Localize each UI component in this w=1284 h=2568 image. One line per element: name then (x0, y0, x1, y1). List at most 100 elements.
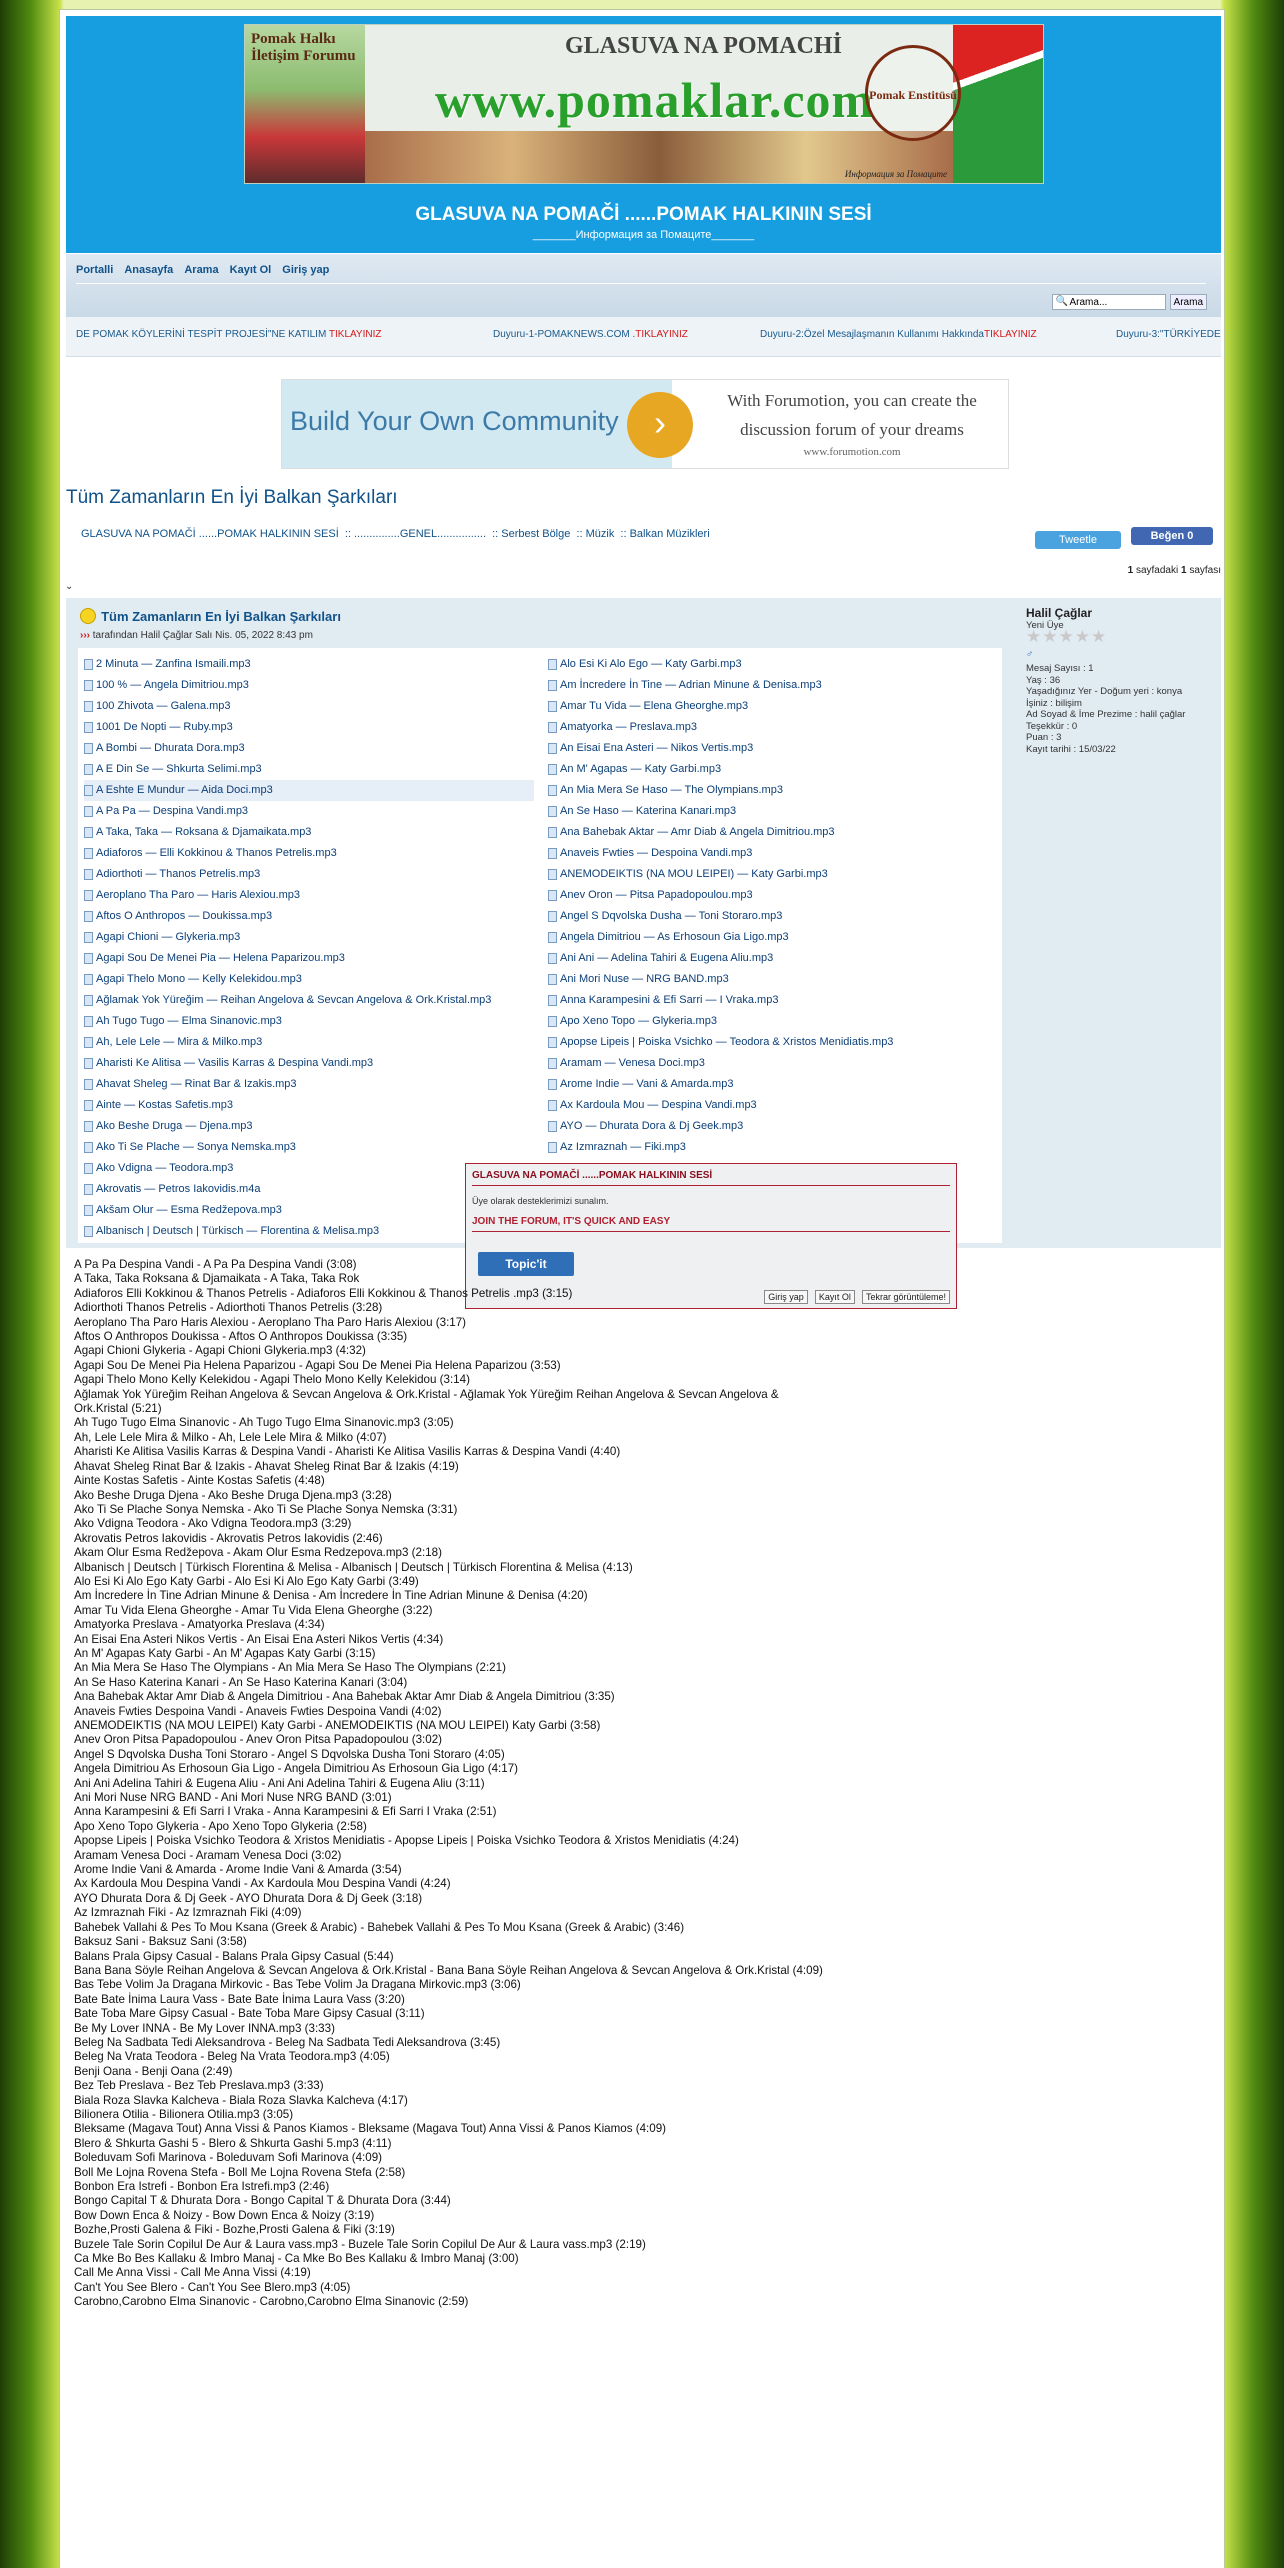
audio-file-icon (548, 1057, 557, 1069)
track-line: Ağlamak Yok Yüreğim Reihan Angelova & Se… (74, 1387, 779, 1401)
file-item[interactable]: Ax Kardoula Mou — Despina Vandi.mp3 (548, 1095, 998, 1116)
profile-username[interactable]: Halil Çağlar (1026, 607, 1216, 620)
file-item[interactable]: Amar Tu Vida — Elena Gheorghe.mp3 (548, 696, 998, 717)
track-line: Ainte Kostas Safetis - Ainte Kostas Safe… (74, 1474, 325, 1488)
breadcrumb-item[interactable]: GLASUVA NA POMAČİ ......POMAK HALKININ S… (81, 528, 339, 540)
track-line: Albanisch | Deutsch | Türkisch Florentin… (74, 1560, 633, 1574)
ticker-item[interactable]: DE POMAK KÖYLERİNİ TESPİT PROJESİ"NE KAT… (76, 329, 382, 340)
file-item[interactable]: Ani Mori Nuse — NRG BAND.mp3 (548, 969, 998, 990)
file-item[interactable]: A Bombi — Dhurata Dora.mp3 (84, 738, 534, 759)
file-item[interactable]: A E Din Se — Shkurta Selimi.mp3 (84, 759, 534, 780)
nav-search[interactable]: Arama (184, 264, 218, 276)
file-item[interactable]: Anev Oron — Pitsa Papadopoulou.mp3 (548, 885, 998, 906)
file-item[interactable]: An Se Haso — Katerina Kanari.mp3 (548, 801, 998, 822)
file-item[interactable]: Apo Xeno Topo — Glykeria.mp3 (548, 1011, 998, 1032)
forumotion-ad[interactable]: Build Your Own Community › With Forumoti… (281, 379, 1009, 469)
file-item[interactable]: Agapi Thelo Mono — Kelly Kelekidou.mp3 (84, 969, 534, 990)
track-line: An Eisai Ena Asteri Nikos Vertis - An Ei… (74, 1632, 444, 1646)
file-item[interactable]: Ako Beshe Druga — Djena.mp3 (84, 1116, 534, 1137)
file-item[interactable]: A Eshte E Mundur — Aida Doci.mp3 (84, 780, 534, 801)
ticker-item[interactable]: Duyuru-2:Özel Mesajlaşmanın Kullanımı Ha… (760, 329, 1037, 340)
file-item[interactable]: 2 Minuta — Zanfina Ismaili.mp3 (84, 654, 534, 675)
file-item[interactable]: Az Izmraznah — Fiki.mp3 (548, 1137, 998, 1158)
file-item[interactable]: Ani Ani — Adelina Tahiri & Eugena Aliu.m… (548, 948, 998, 969)
ticker-item[interactable]: Duyuru-1-POMAKNEWS.COM .TIKLAYINIZ (493, 329, 688, 340)
file-item[interactable]: 1001 De Nopti — Ruby.mp3 (84, 717, 534, 738)
file-item[interactable]: Amatyorka — Preslava.mp3 (548, 717, 998, 738)
track-line: Ako Beshe Druga Djena - Ako Beshe Druga … (74, 1488, 392, 1502)
audio-file-icon (84, 805, 93, 817)
file-item[interactable]: Aramam — Venesa Doci.mp3 (548, 1053, 998, 1074)
nav-portal[interactable]: Portalli (76, 264, 113, 276)
file-item[interactable]: Anna Karampesini & Efi Sarri — I Vraka.m… (548, 990, 998, 1011)
breadcrumb-item[interactable]: :: Balkan Müzikleri (620, 528, 709, 540)
nav-register[interactable]: Kayıt Ol (230, 264, 272, 276)
file-item[interactable]: An M' Agapas — Katy Garbi.mp3 (548, 759, 998, 780)
gender-icon: ♂ (1026, 648, 1034, 660)
post-title[interactable]: Tüm Zamanların En İyi Balkan Şarkıları (101, 609, 341, 624)
file-item[interactable]: Alo Esi Ki Alo Ego — Katy Garbi.mp3 (548, 654, 998, 675)
facebook-like-button[interactable]: Beğen 0 (1131, 527, 1213, 545)
file-item[interactable]: 100 Zhivota — Galena.mp3 (84, 696, 534, 717)
navbar: Portalli Anasayfa Arama Kayıt Ol Giriş y… (66, 253, 1221, 317)
file-item[interactable]: Angela Dimitriou — As Erhosoun Gia Ligo.… (548, 927, 998, 948)
file-item[interactable]: 100 % — Angela Dimitriou.mp3 (84, 675, 534, 696)
track-line: Aftos O Anthropos Doukissa - Aftos O Ant… (74, 1330, 408, 1344)
breadcrumb-item[interactable]: :: Müzik (576, 528, 614, 540)
file-item[interactable]: Aftos O Anthropos — Doukissa.mp3 (84, 906, 534, 927)
tweet-button[interactable]: Tweetle (1035, 531, 1121, 549)
file-item[interactable]: Agapi Sou De Menei Pia — Helena Paparizo… (84, 948, 534, 969)
track-line: Ah Tugo Tugo Elma Sinanovic - Ah Tugo Tu… (74, 1416, 454, 1430)
announcement-ticker: DE POMAK KÖYLERİNİ TESPİT PROJESİ"NE KAT… (66, 317, 1221, 357)
track-line: Apo Xeno Topo Glykeria - Apo Xeno Topo G… (74, 1819, 367, 1833)
audio-file-icon (84, 700, 93, 712)
file-item[interactable]: Anaveis Fwties — Despoina Vandi.mp3 (548, 843, 998, 864)
file-item[interactable]: Ağlamak Yok Yüreğim — Reihan Angelova & … (84, 990, 534, 1011)
file-item[interactable]: Ainte — Kostas Safetis.mp3 (84, 1095, 534, 1116)
post-author[interactable]: Halil Çağlar (141, 630, 193, 641)
file-item[interactable]: An Mia Mera Se Haso — The Olympians.mp3 (548, 780, 998, 801)
file-item[interactable]: A Taka, Taka — Roksana & Djamaikata.mp3 (84, 822, 534, 843)
file-item[interactable]: Arome Indie — Vani & Amarda.mp3 (548, 1074, 998, 1095)
institute-seal: Pomak Enstitüsü (865, 45, 961, 141)
file-item[interactable]: AYO — Dhurata Dora & Dj Geek.mp3 (548, 1116, 998, 1137)
file-item[interactable]: Aharisti Ke Alitisa — Vasilis Karras & D… (84, 1053, 534, 1074)
file-item[interactable]: Ako Ti Se Plache — Sonya Nemska.mp3 (84, 1137, 534, 1158)
audio-file-icon (548, 826, 557, 838)
file-item[interactable]: Angel S Dqvolska Dusha — Toni Storaro.mp… (548, 906, 998, 927)
ticker-item[interactable]: Duyuru-3:"TÜRKİYEDE (1116, 329, 1221, 340)
banner-flag-image (953, 25, 1043, 183)
file-item[interactable]: Agapi Chioni — Glykeria.mp3 (84, 927, 534, 948)
file-item[interactable]: Ahavat Sheleg — Rinat Bar & Izakis.mp3 (84, 1074, 534, 1095)
file-item[interactable]: ANEMODEIKTIS (NA MOU LEIPEI) — Katy Garb… (548, 864, 998, 885)
file-item[interactable]: Aeroplano Tha Paro — Haris Alexiou.mp3 (84, 885, 534, 906)
file-item[interactable]: A Pa Pa — Despina Vandi.mp3 (84, 801, 534, 822)
header-banner[interactable]: Pomak Halkı İletişim Forumu GLASUVA NA P… (244, 24, 1044, 184)
site-title: GLASUVA NA POMAČİ ......POMAK HALKININ S… (415, 204, 872, 225)
file-item[interactable]: Am İncredere İn Tine — Adrian Minune & D… (548, 675, 998, 696)
site-description: _______Информация за Помаците_______ (532, 229, 755, 241)
page-title[interactable]: Tüm Zamanların En İyi Balkan Şarkıları (66, 487, 398, 509)
nav-login[interactable]: Giriş yap (282, 264, 329, 276)
breadcrumb-item[interactable]: :: Serbest Bölge (492, 528, 570, 540)
search-button[interactable]: Arama (1169, 294, 1207, 310)
file-item[interactable]: An Eisai Ena Asteri — Nikos Vertis.mp3 (548, 738, 998, 759)
file-item[interactable]: Apopse Lipeis | Poiska Vsichko — Teodora… (548, 1032, 998, 1053)
audio-file-icon (548, 763, 557, 775)
profile-line: Mesaj Sayısı : 1 (1026, 663, 1094, 674)
track-line: Ana Bahebak Aktar Amr Diab & Angela Dimi… (74, 1690, 615, 1704)
file-item[interactable]: Adiaforos — Elli Kokkinou & Thanos Petre… (84, 843, 534, 864)
file-item[interactable]: Ah Tugo Tugo — Elma Sinanovic.mp3 (84, 1011, 534, 1032)
file-item[interactable]: Adiorthoti — Thanos Petrelis.mp3 (84, 864, 534, 885)
track-line: Boll Me Lojna Rovena Stefa - Boll Me Loj… (74, 2165, 406, 2179)
file-item[interactable]: Ah, Lele Lele — Mira & Milko.mp3 (84, 1032, 534, 1053)
search-input[interactable] (1052, 294, 1167, 310)
audio-file-icon (84, 973, 93, 985)
nav-home[interactable]: Anasayfa (124, 264, 173, 276)
audio-file-icon (548, 1099, 557, 1111)
file-item[interactable]: Ana Bahebak Aktar — Amr Diab & Angela Di… (548, 822, 998, 843)
track-line: Can't You See Blero - Can't You See Bler… (74, 2280, 351, 2294)
audio-file-icon (84, 1162, 93, 1174)
breadcrumb-item[interactable]: :: ...............GENEL................ (345, 528, 486, 540)
chevron-down-icon[interactable]: ⌄ (65, 581, 73, 592)
